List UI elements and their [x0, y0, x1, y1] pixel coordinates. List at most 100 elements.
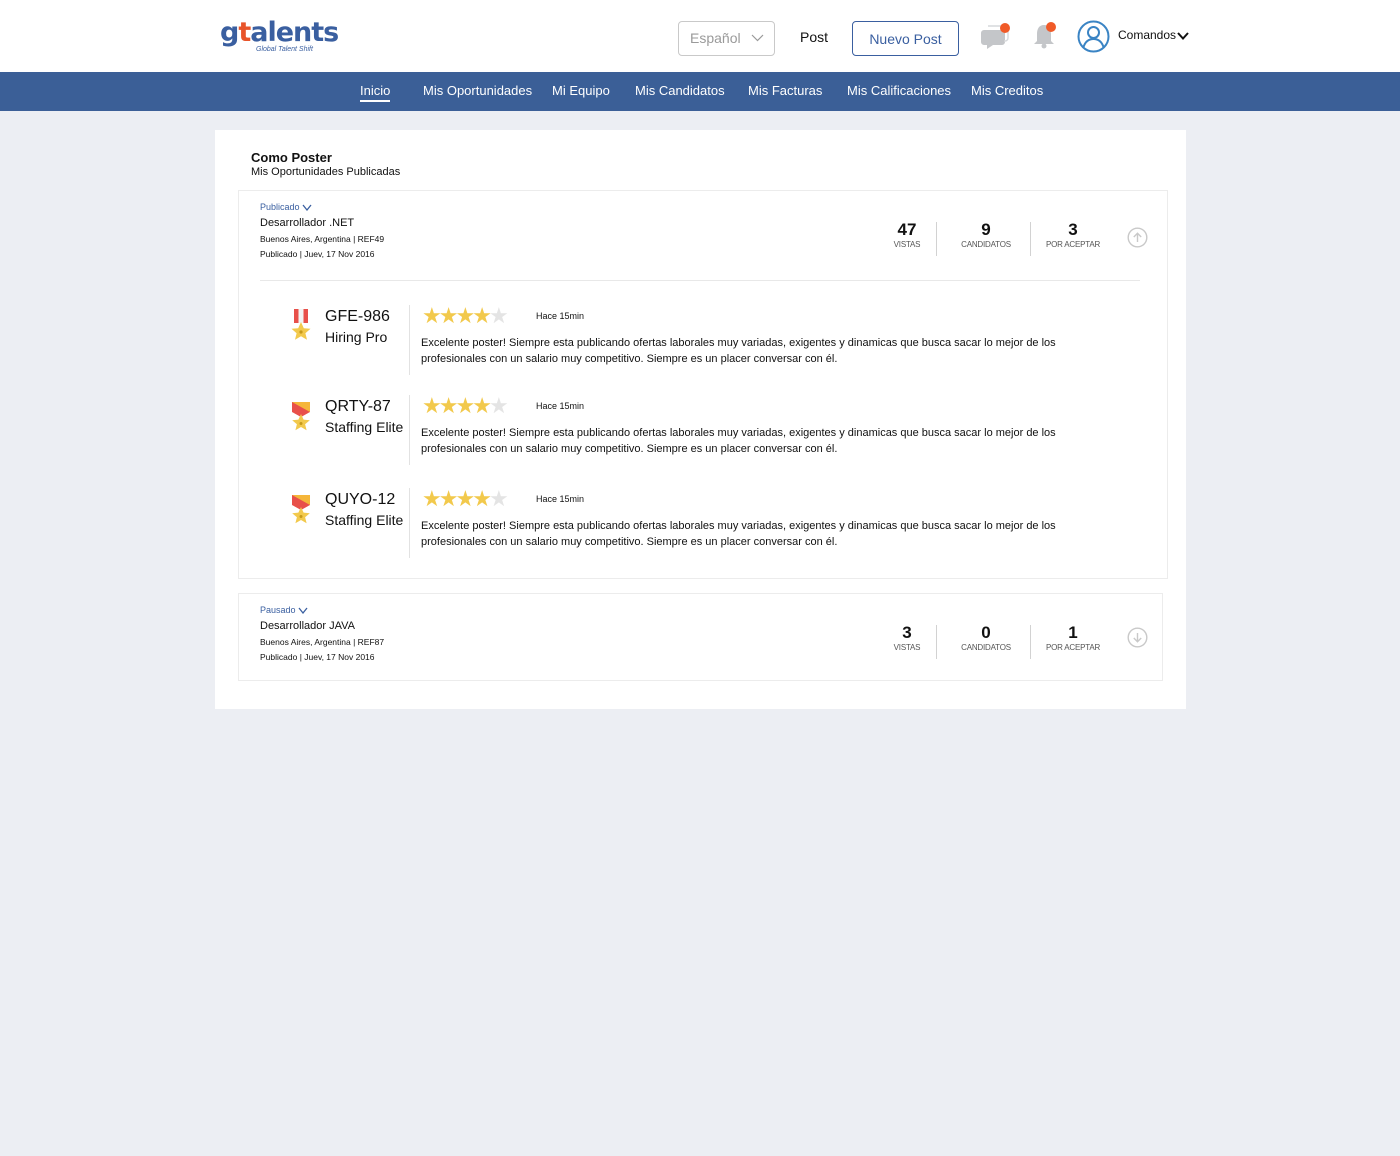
- review-divider: [409, 395, 410, 465]
- star-filled-icon: ★: [455, 486, 475, 511]
- star-filled-icon: ★: [438, 393, 459, 418]
- bell-icon[interactable]: [1031, 20, 1061, 50]
- user-menu-label: Comandos: [1118, 28, 1177, 42]
- stat-label: CANDIDATOS: [961, 240, 1011, 249]
- stat-value: 3: [1068, 220, 1078, 239]
- main-nav: Inicio Mis Oportunidades Mi Equipo Mis C…: [0, 72, 1400, 111]
- job-location: Buenos Aires, Argentina | REF87: [260, 637, 385, 647]
- stat-label: CANDIDATOS: [961, 643, 1011, 652]
- stat-por-aceptar: 3 POR ACEPTAR: [1042, 220, 1104, 250]
- stat-label: POR ACEPTAR: [1045, 240, 1101, 249]
- post-link[interactable]: Post: [800, 29, 828, 45]
- expand-arrow-down-icon[interactable]: [1127, 627, 1148, 648]
- stat-value: 3: [902, 623, 912, 642]
- job-title: Desarrollador .NET: [260, 217, 355, 229]
- new-post-button[interactable]: Nuevo Post: [852, 21, 959, 56]
- chevron-down-icon: [302, 204, 312, 212]
- stat-label: POR ACEPTAR: [1045, 643, 1101, 652]
- reviewer-code: QUYO-12: [325, 491, 396, 508]
- review-text: Excelente poster! Siempre esta publicand…: [421, 520, 1056, 548]
- medal-staffing-elite-icon: [292, 495, 310, 524]
- stat-divider: [936, 625, 937, 659]
- star-empty-icon: ★: [488, 393, 509, 418]
- medal-hiring-pro-icon: [291, 309, 311, 340]
- star-filled-icon: ★: [438, 303, 459, 328]
- review-time: Hace 15min: [536, 401, 585, 411]
- job-separator: [260, 280, 1140, 281]
- nav-item-mis-facturas[interactable]: Mis Facturas: [748, 83, 822, 98]
- nav-item-mis-creditos[interactable]: Mis Creditos: [971, 83, 1043, 98]
- chevron-down-icon: [1177, 32, 1189, 40]
- stat-value: 9: [981, 220, 991, 239]
- star-filled-icon: ★: [422, 486, 442, 511]
- logo-wordmark: gtalents: [220, 17, 339, 48]
- job-date: Publicado | Juev, 17 Nov 2016: [260, 652, 375, 662]
- stat-candidatos: 0 CANDIDATOS: [955, 623, 1017, 653]
- reviewer-level: Hiring Pro: [325, 329, 388, 345]
- review-text: Excelente poster! Siempre esta publicand…: [421, 427, 1056, 455]
- status-dropdown[interactable]: Pausado: [260, 605, 308, 615]
- stat-label: VISTAS: [893, 240, 921, 249]
- status-label: Publicado: [260, 202, 300, 212]
- nav-item-mis-candidatos[interactable]: Mis Candidatos: [635, 83, 725, 98]
- star-filled-icon: ★: [472, 393, 492, 418]
- job-card: Publicado Desarrollador .NET Buenos Aire…: [238, 190, 1168, 579]
- chat-icon[interactable]: [981, 22, 1013, 50]
- chevron-down-icon: [751, 34, 764, 42]
- review-item: QRTY-87 Staffing Elite ★★★★★ Hace 15min …: [239, 395, 1167, 475]
- stat-label: VISTAS: [893, 643, 921, 652]
- star-filled-icon: ★: [472, 303, 492, 328]
- stat-candidatos: 9 CANDIDATOS: [955, 220, 1017, 250]
- nav-item-mis-calificaciones[interactable]: Mis Calificaciones: [847, 83, 951, 98]
- job-date: Publicado | Juev, 17 Nov 2016: [260, 249, 375, 259]
- reviewer-level: Staffing Elite: [325, 512, 404, 528]
- top-header: gtalents Global Talent Shift Español Pos…: [0, 0, 1400, 72]
- section-subtitle: Mis Oportunidades Publicadas: [251, 166, 401, 178]
- star-filled-icon: ★: [438, 486, 459, 511]
- review-time: Hace 15min: [536, 494, 585, 504]
- section-title: Como Poster: [251, 150, 332, 165]
- stat-vistas: 3 VISTAS: [887, 623, 927, 653]
- star-empty-icon: ★: [488, 303, 509, 328]
- star-rating: ★★★★★: [422, 393, 509, 418]
- review-item: QUYO-12 Staffing Elite ★★★★★ Hace 15min …: [239, 488, 1167, 568]
- star-filled-icon: ★: [455, 303, 475, 328]
- review-divider: [409, 305, 410, 375]
- job-card: Pausado Desarrollador JAVA Buenos Aires,…: [238, 593, 1163, 681]
- reviewer-level: Staffing Elite: [325, 419, 404, 435]
- star-rating: ★★★★★: [422, 486, 509, 511]
- nav-item-mis-oportunidades[interactable]: Mis Oportunidades: [423, 83, 532, 98]
- stat-value: 1: [1068, 623, 1078, 642]
- stat-value: 0: [981, 623, 991, 642]
- status-dropdown[interactable]: Publicado: [260, 202, 312, 212]
- star-filled-icon: ★: [455, 393, 475, 418]
- star-empty-icon: ★: [488, 486, 509, 511]
- gtalents-logo[interactable]: gtalents Global Talent Shift: [220, 18, 339, 58]
- logo-tagline: Global Talent Shift: [256, 46, 313, 53]
- stat-divider: [1030, 625, 1031, 659]
- star-rating: ★★★★★: [422, 303, 509, 328]
- user-menu[interactable]: Comandos: [1118, 28, 1189, 42]
- review-divider: [409, 488, 410, 558]
- main-card: Como Poster Mis Oportunidades Publicadas…: [215, 130, 1186, 709]
- user-avatar-icon[interactable]: [1077, 20, 1110, 53]
- chevron-down-icon: [298, 607, 308, 615]
- stat-value: 47: [897, 220, 917, 239]
- review-item: GFE-986 Hiring Pro ★★★★★ Hace 15min Exce…: [239, 305, 1167, 385]
- language-value: Español: [690, 30, 741, 46]
- nav-item-inicio[interactable]: Inicio: [360, 83, 391, 102]
- star-filled-icon: ★: [422, 393, 442, 418]
- reviewer-code: QRTY-87: [325, 398, 391, 415]
- collapse-arrow-up-icon[interactable]: [1127, 227, 1148, 248]
- stat-por-aceptar: 1 POR ACEPTAR: [1042, 623, 1104, 653]
- review-time: Hace 15min: [536, 311, 585, 321]
- star-filled-icon: ★: [472, 486, 492, 511]
- status-label: Pausado: [260, 605, 296, 615]
- nav-item-mi-equipo[interactable]: Mi Equipo: [552, 83, 610, 98]
- stat-divider: [1030, 222, 1031, 256]
- language-select[interactable]: Español: [678, 21, 775, 56]
- stat-vistas: 47 VISTAS: [887, 220, 927, 250]
- review-text: Excelente poster! Siempre esta publicand…: [421, 337, 1056, 365]
- job-location: Buenos Aires, Argentina | REF49: [260, 234, 385, 244]
- reviewer-code: GFE-986: [325, 308, 390, 325]
